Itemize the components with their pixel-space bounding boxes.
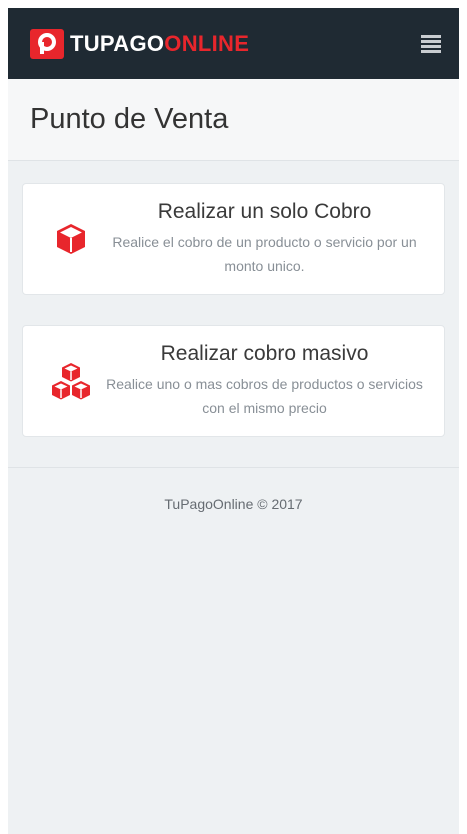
card-body: Realizar un solo Cobro Realice el cobro … [99, 200, 444, 278]
footer-copyright: TuPagoOnline © 2017 [164, 496, 303, 512]
page-header: Punto de Venta [8, 79, 459, 161]
card-body: Realizar cobro masivo Realice uno o mas … [99, 342, 444, 420]
top-navbar: TUPAGOONLINE [8, 8, 459, 79]
cubes-icon [52, 363, 90, 400]
brand-name-part2: ONLINE [164, 30, 250, 56]
card-title: Realizar cobro masivo [160, 342, 369, 365]
card-icon-wrapper [23, 361, 99, 401]
footer: TuPagoOnline © 2017 [8, 467, 459, 540]
bulk-charge-card[interactable]: Realizar cobro masivo Realice uno o mas … [22, 325, 445, 437]
brand-name-part1: TUPAGO [70, 30, 165, 56]
hamburger-icon [421, 33, 441, 55]
card-description: Realice el cobro de un producto o servic… [112, 234, 417, 274]
brand-name: TUPAGOONLINE [70, 31, 249, 57]
logo-mark [30, 28, 64, 59]
single-charge-card[interactable]: Realizar un solo Cobro Realice el cobro … [22, 183, 445, 295]
card-icon-wrapper [23, 221, 99, 257]
cube-icon [57, 224, 85, 254]
card-description: Realice uno o mas cobros de productos o … [106, 376, 423, 416]
brand-logo[interactable]: TUPAGOONLINE [30, 28, 249, 59]
menu-toggle-button[interactable] [417, 30, 445, 58]
app-frame: TUPAGOONLINE Punto de Venta Realizar un … [8, 8, 459, 834]
main-content: Realizar un solo Cobro Realice el cobro … [8, 161, 459, 437]
logo-p-icon [38, 32, 56, 54]
page-title: Punto de Venta [30, 103, 229, 135]
card-title: Realizar un solo Cobro [157, 200, 372, 223]
